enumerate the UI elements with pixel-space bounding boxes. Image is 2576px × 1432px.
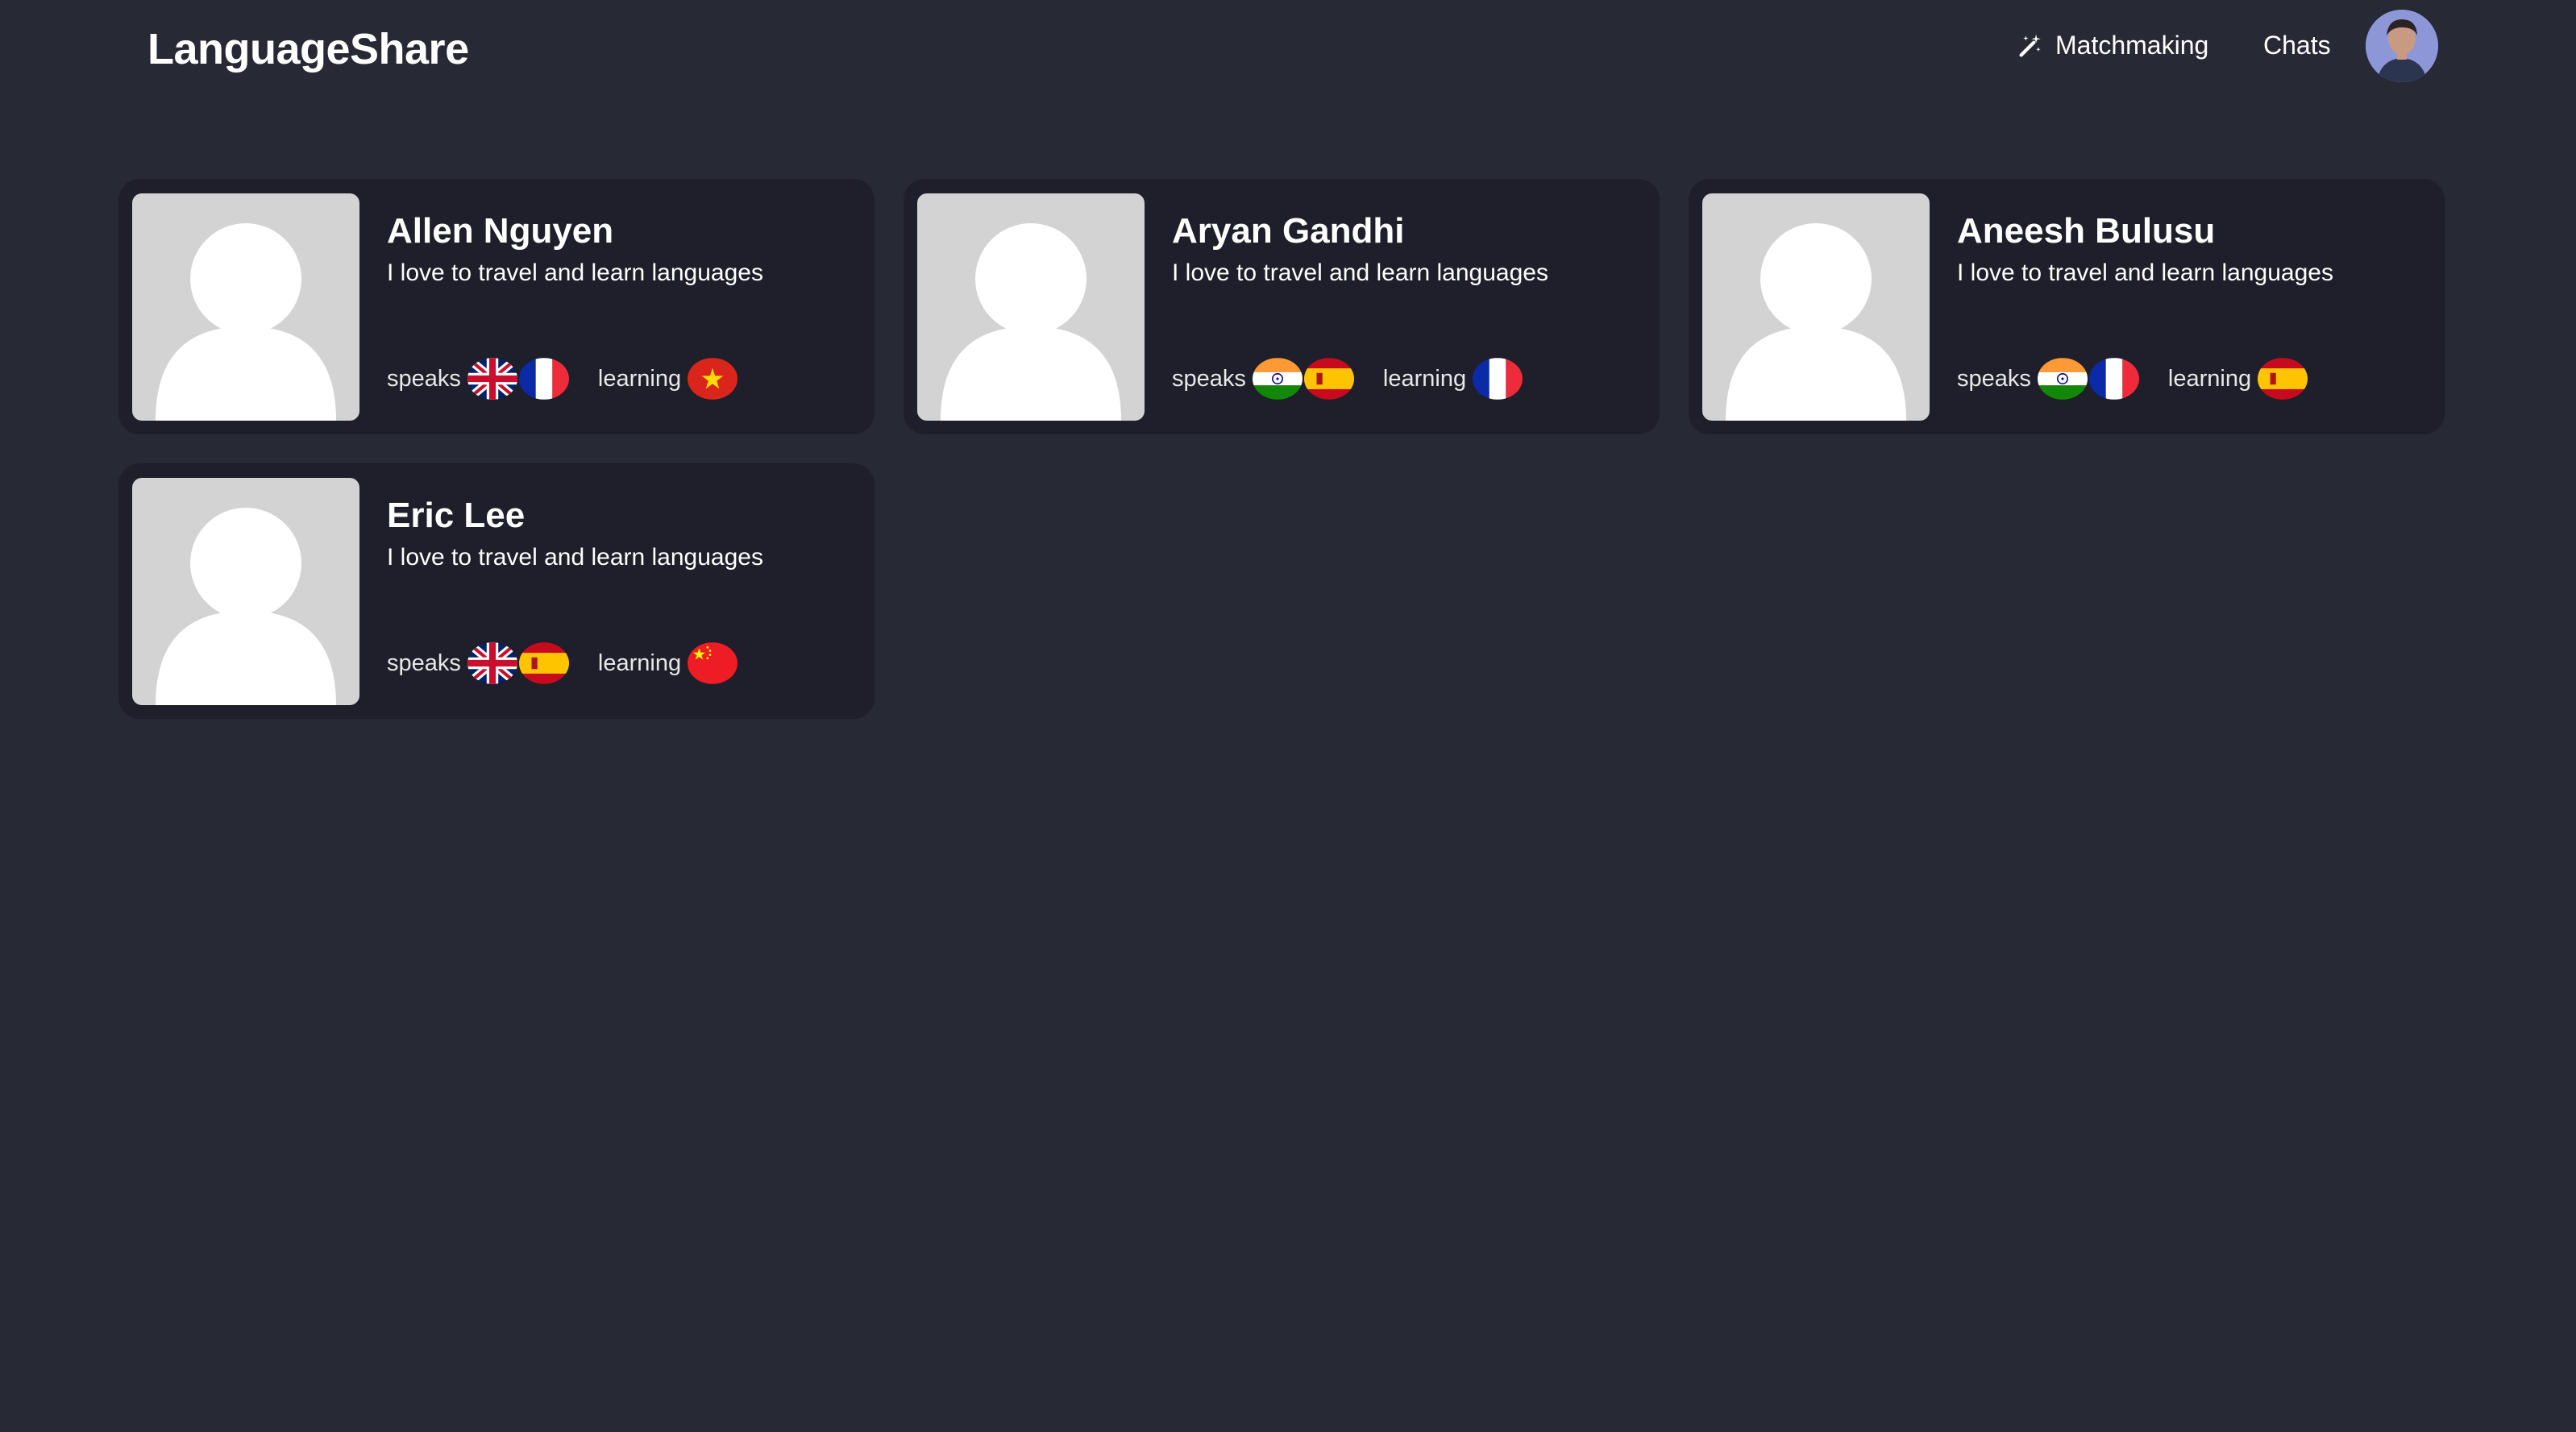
card-languages: speaks learning [387, 358, 739, 400]
nav-chats-label: Chats [2263, 31, 2331, 60]
nav-matchmaking-link[interactable]: Matchmaking [2017, 31, 2208, 60]
vietnam-flag-icon [688, 358, 738, 400]
match-card[interactable]: Allen Nguyen I love to travel and learn … [118, 179, 875, 434]
card-bio: I love to travel and learn languages [387, 544, 763, 571]
card-languages: speaks learning [1957, 358, 2309, 400]
china-flag-icon [688, 642, 738, 684]
card-bio: I love to travel and learn languages [387, 259, 763, 286]
card-name: Eric Lee [387, 496, 526, 535]
spain-flag-icon [2258, 358, 2308, 400]
match-card[interactable]: Aryan Gandhi I love to travel and learn … [904, 179, 1660, 434]
speaks-label: speaks [387, 365, 461, 392]
speaks-label: speaks [1957, 365, 2031, 392]
learning-label: learning [597, 650, 682, 676]
user-avatar[interactable] [2366, 10, 2438, 82]
nav-matchmaking-label: Matchmaking [2055, 31, 2209, 60]
profile-photo-placeholder [132, 193, 359, 421]
india-flag-icon [1252, 358, 1303, 400]
card-name: Allen Nguyen [387, 211, 614, 251]
card-languages: speaks learning [1172, 358, 1524, 400]
card-bio: I love to travel and learn languages [1957, 259, 2333, 286]
match-card[interactable]: Eric Lee I love to travel and learn lang… [118, 463, 875, 719]
learning-label: learning [597, 365, 682, 392]
speaks-label: speaks [1172, 365, 1246, 392]
learning-label: learning [1382, 365, 1467, 392]
card-languages: speaks learning [387, 642, 739, 684]
india-flag-icon [2037, 358, 2088, 400]
card-bio: I love to travel and learn languages [1172, 259, 1548, 286]
navbar: LanguageShare Matchmaking Chats [0, 0, 2576, 105]
profile-photo-placeholder [917, 193, 1145, 421]
match-card[interactable]: Aneesh Bulusu I love to travel and learn… [1689, 179, 2445, 434]
profile-photo-placeholder [132, 478, 359, 705]
spain-flag-icon [518, 642, 569, 684]
france-flag-icon [2088, 358, 2139, 400]
card-name: Aryan Gandhi [1172, 211, 1405, 251]
learning-label: learning [2167, 365, 2252, 392]
uk-flag-icon [467, 358, 517, 400]
speaks-label: speaks [387, 650, 461, 676]
card-name: Aneesh Bulusu [1957, 211, 2216, 251]
magic-wand-icon [2017, 32, 2044, 60]
profile-photo-placeholder [1702, 193, 1930, 421]
brand-logo[interactable]: LanguageShare [147, 24, 469, 74]
uk-flag-icon [467, 642, 517, 684]
spain-flag-icon [1303, 358, 1354, 400]
france-flag-icon [1473, 358, 1523, 400]
france-flag-icon [518, 358, 569, 400]
nav-chats-link[interactable]: Chats [2263, 31, 2331, 60]
